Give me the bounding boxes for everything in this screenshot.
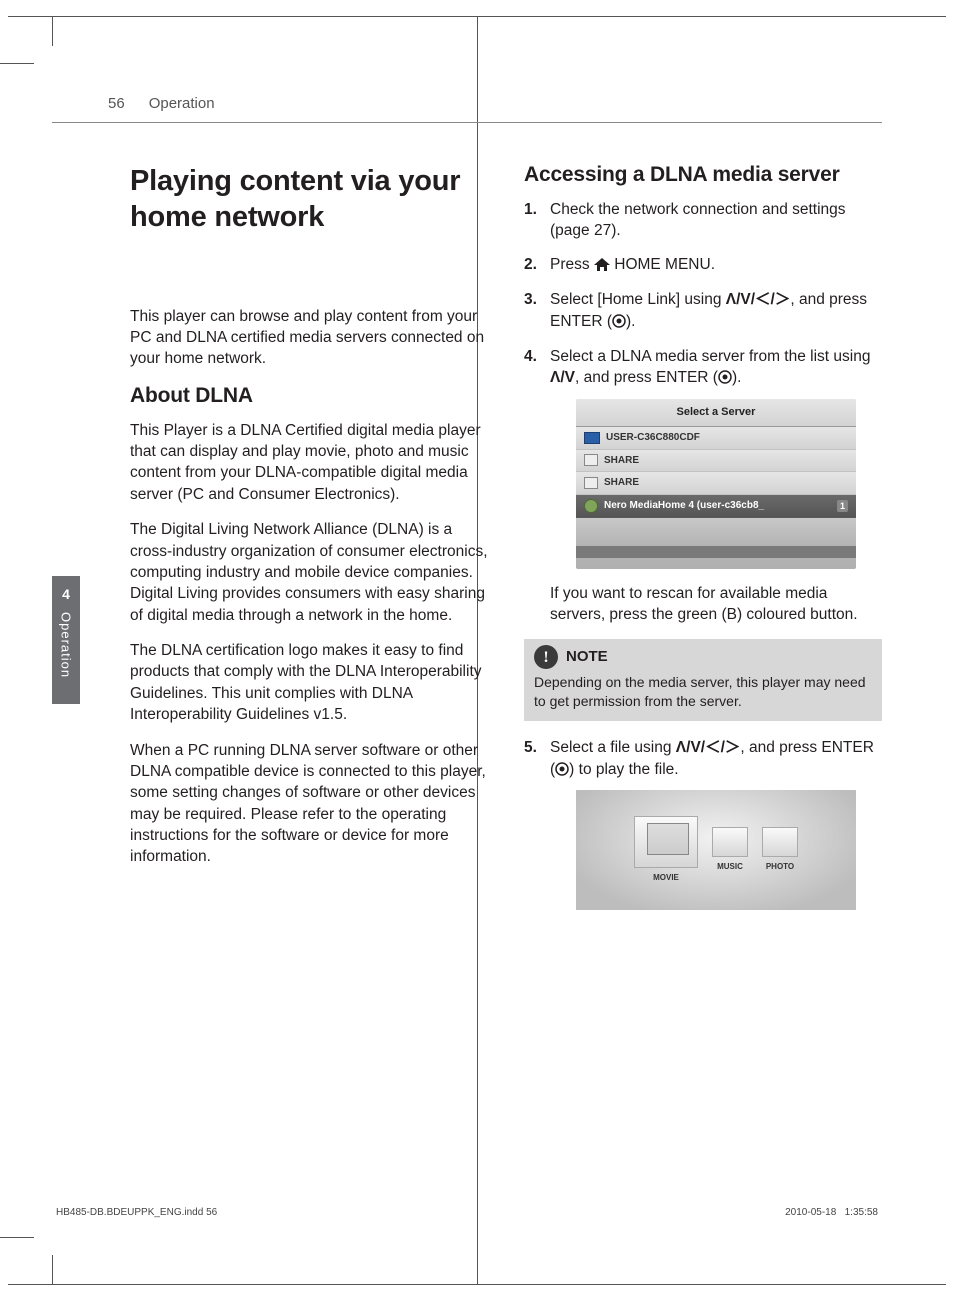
note-heading: ! NOTE <box>534 645 872 669</box>
music-label: MUSIC <box>717 861 743 872</box>
home-icon <box>594 256 610 277</box>
step-3-text-a: Select [Home Link] using <box>550 291 726 308</box>
page-number: 56 <box>108 95 125 112</box>
photo-label: PHOTO <box>766 861 794 872</box>
step-5: Select a file using Λ/V/＜/＞, and press E… <box>524 737 882 910</box>
about-dlna-p2: The Digital Living Network Alliance (DLN… <box>130 519 488 626</box>
step-4-text-a: Select a DLNA media server from the list… <box>550 348 870 365</box>
screenshot-blank-area <box>576 518 856 546</box>
folder-icon <box>762 827 798 857</box>
pc-icon <box>584 432 600 444</box>
step-4: Select a DLNA media server from the list… <box>524 346 882 626</box>
enter-icon <box>555 761 569 782</box>
folder-icon <box>634 816 698 868</box>
step-2-text-a: Press <box>550 256 594 273</box>
accessing-heading: Accessing a DLNA media server <box>524 163 882 187</box>
crop-mark <box>52 16 53 46</box>
nav-arrows-2way-icon: Λ/V <box>550 369 575 386</box>
about-dlna-p1: This Player is a DLNA Certified digital … <box>130 420 488 506</box>
crop-mark <box>0 63 34 64</box>
folder-icon <box>712 827 748 857</box>
about-dlna-heading: About DLNA <box>130 384 488 408</box>
step-4-text-c: ). <box>732 369 741 386</box>
section-name: Operation <box>149 95 215 112</box>
crop-mark <box>0 1237 34 1238</box>
folder-icon <box>584 454 598 466</box>
steps-list-cont: Select a file using Λ/V/＜/＞, and press E… <box>524 737 882 910</box>
movie-tile: MOVIE <box>634 816 698 883</box>
step-2: Press HOME MENU. <box>524 254 882 277</box>
step-5-text-c: ) to play the file. <box>569 761 678 778</box>
right-column: Accessing a DLNA media server Check the … <box>524 163 882 924</box>
about-dlna-p4: When a PC running DLNA server software o… <box>130 740 488 868</box>
media-server-icon <box>584 499 598 513</box>
step-4-followup: If you want to rescan for available medi… <box>550 583 882 626</box>
screenshot-title: Select a Server <box>576 399 856 427</box>
imposition-footer: HB485-DB.BDEUPPK_ENG.indd 56 2010-05-18 … <box>52 1207 882 1218</box>
step-2-text-b: HOME MENU. <box>614 256 715 273</box>
server-count: 1 <box>837 500 848 512</box>
step-3: Select [Home Link] using Λ/V/＜/＞, and pr… <box>524 289 882 334</box>
share-label: SHARE <box>604 454 639 468</box>
screenshot-bottom-bar <box>576 546 856 558</box>
server-row-selected: Nero MediaHome 4 (user-c36cb8_ 1 <box>576 495 856 518</box>
step-4-text-b: , and press ENTER ( <box>575 369 718 386</box>
footer-datetime: 2010-05-18 1:35:58 <box>785 1207 878 1218</box>
folder-icon <box>584 477 598 489</box>
server-row: USER-C36C880CDF <box>576 427 856 450</box>
select-server-screenshot: Select a Server USER-C36C880CDF SHARE SH… <box>576 399 856 569</box>
step-3-text-c: ). <box>626 313 635 330</box>
crop-mark <box>52 1255 53 1285</box>
server-name: Nero MediaHome 4 (user-c36cb8_ <box>604 499 764 513</box>
note-text: Depending on the media server, this play… <box>534 673 872 711</box>
left-column: Playing content via your home network Th… <box>130 163 488 924</box>
note-box: ! NOTE Depending on the media server, th… <box>524 639 882 721</box>
media-tiles-screenshot: MOVIE MUSIC PHOTO <box>576 790 856 910</box>
share-row: SHARE <box>576 450 856 473</box>
note-label: NOTE <box>566 647 608 667</box>
share-label: SHARE <box>604 476 639 490</box>
movie-label: MOVIE <box>653 872 679 883</box>
about-dlna-p3: The DLNA certification logo makes it eas… <box>130 640 488 726</box>
page-body: 56 Operation Playing content via your ho… <box>52 63 882 1238</box>
step-1-text: Check the network connection and setting… <box>550 201 846 239</box>
intro-paragraph: This player can browse and play content … <box>130 306 488 370</box>
nav-arrows-4way-icon: Λ/V/＜/＞ <box>676 739 741 756</box>
photo-tile: PHOTO <box>762 827 798 872</box>
share-row: SHARE <box>576 472 856 495</box>
music-tile: MUSIC <box>712 827 748 872</box>
step-1: Check the network connection and setting… <box>524 199 882 242</box>
page-title: Playing content via your home network <box>130 163 488 236</box>
running-head: 56 Operation <box>52 63 882 123</box>
footer-file: HB485-DB.BDEUPPK_ENG.indd 56 <box>56 1207 217 1218</box>
step-5-text-a: Select a file using <box>550 739 676 756</box>
steps-list: Check the network connection and setting… <box>524 199 882 625</box>
enter-icon <box>612 313 626 334</box>
server-name: USER-C36C880CDF <box>606 431 700 445</box>
nav-arrows-4way-icon: Λ/V/＜/＞ <box>726 291 791 308</box>
note-icon: ! <box>534 645 558 669</box>
enter-icon <box>718 369 732 390</box>
